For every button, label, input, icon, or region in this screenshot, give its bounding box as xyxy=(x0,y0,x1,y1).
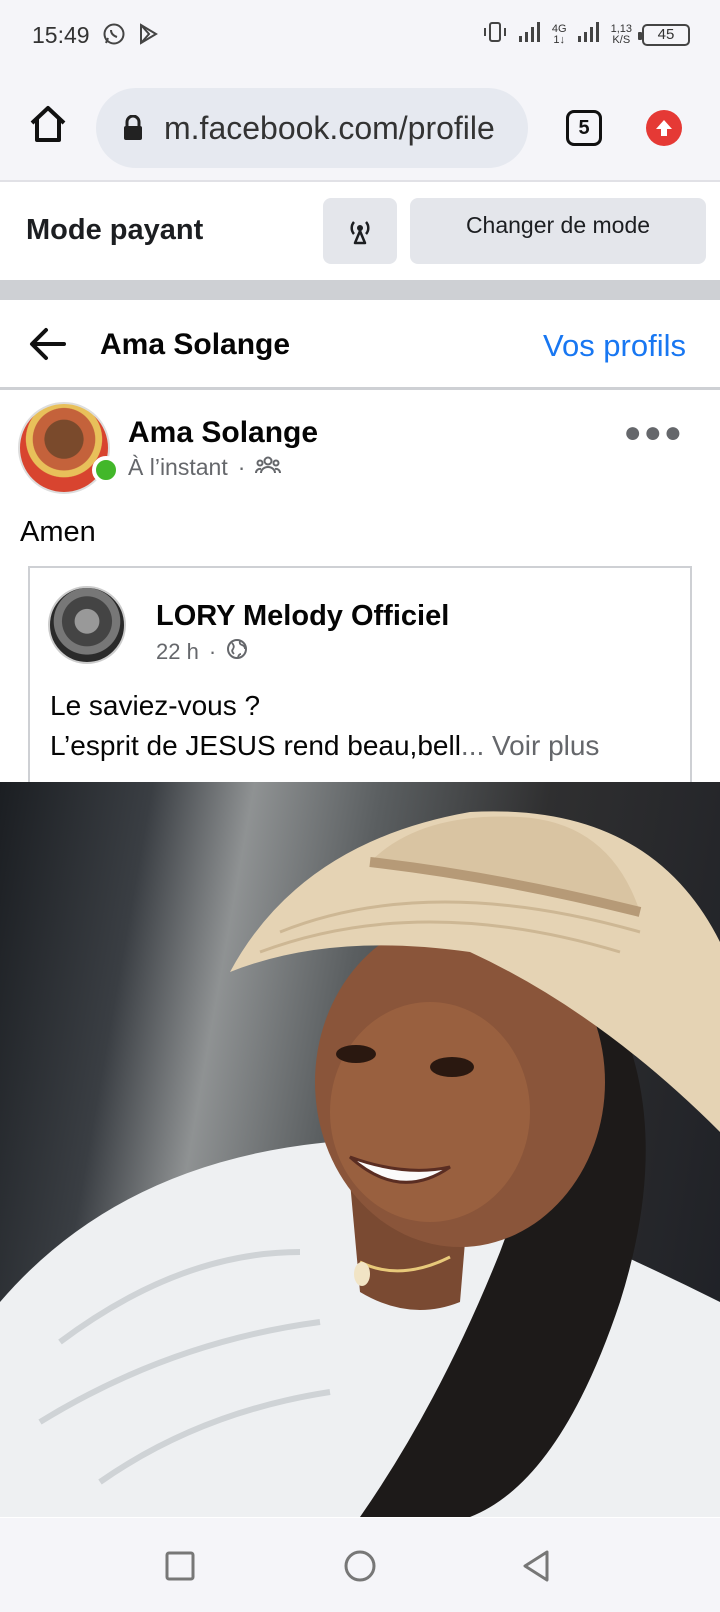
arrow-up-icon xyxy=(656,120,672,136)
status-time: 15:49 xyxy=(32,22,90,48)
see-more-link[interactable]: ... Voir plus xyxy=(461,730,600,761)
triangle-back-icon xyxy=(523,1550,549,1582)
play-store-icon xyxy=(136,22,160,51)
update-button[interactable] xyxy=(646,110,682,146)
battery-indicator: 45 xyxy=(638,23,690,46)
recent-apps-button[interactable] xyxy=(158,1544,202,1588)
shared-text-line1: Le saviez-vous ? xyxy=(50,690,261,721)
url-text: m.facebook.com/profile xyxy=(164,109,495,146)
signal-icon-2 xyxy=(577,21,601,48)
post-time[interactable]: À l’instant xyxy=(128,454,228,481)
shared-text-snippet: L’esprit de JESUS rend beau,bell xyxy=(50,730,461,761)
globe-icon xyxy=(226,638,248,666)
system-nav-bar xyxy=(0,1518,720,1612)
post-text: Amen xyxy=(20,516,96,548)
post-author[interactable]: Ama Solange xyxy=(128,416,318,450)
photo-illustration xyxy=(0,811,720,1517)
lock-icon xyxy=(122,114,144,141)
browser-toolbar: m.facebook.com/profile 5 xyxy=(0,72,720,182)
home-icon xyxy=(30,106,66,142)
post-meta: À l’instant · xyxy=(128,454,282,481)
change-mode-button[interactable]: Changer de mode xyxy=(410,198,706,264)
mode-bar: Mode payant Changer de mode xyxy=(0,184,720,280)
more-options-button[interactable]: ●●● xyxy=(624,416,684,450)
network-type: 4G 1↓ xyxy=(551,22,567,46)
post: Ama Solange À l’instant · ●●● Amen LORY … xyxy=(0,392,720,1517)
shared-text-line2: L’esprit de JESUS rend beau,bell... Voir… xyxy=(50,730,599,762)
whatsapp-icon xyxy=(102,22,126,51)
status-bar: 15:49 4G 1↓ 1,13 K/S 45 xyxy=(0,0,720,72)
arrow-left-icon xyxy=(30,328,66,360)
shared-meta-separator: · xyxy=(208,639,217,664)
shared-author-avatar[interactable] xyxy=(48,586,126,664)
signal-icon xyxy=(518,21,542,48)
shared-time[interactable]: 22 h xyxy=(156,639,199,665)
online-status-dot xyxy=(92,456,120,484)
page-title: Ama Solange xyxy=(100,328,291,361)
back-button[interactable] xyxy=(28,326,68,362)
system-back-button[interactable] xyxy=(514,1544,558,1588)
broadcast-icon xyxy=(350,221,370,245)
meta-separator: · xyxy=(237,454,246,480)
shared-author[interactable]: LORY Melody Officiel xyxy=(156,600,449,633)
tabs-button[interactable]: 5 xyxy=(566,110,602,146)
data-speed: 1,13 K/S xyxy=(610,22,632,46)
address-bar[interactable]: m.facebook.com/profile xyxy=(96,88,528,168)
shared-post[interactable]: LORY Melody Officiel 22 h · Le saviez-vo… xyxy=(28,566,692,786)
home-button[interactable] xyxy=(26,102,70,146)
mode-title: Mode payant xyxy=(26,214,204,246)
shared-meta: 22 h · xyxy=(156,638,248,666)
section-divider xyxy=(0,280,720,300)
broadcast-button[interactable] xyxy=(323,198,397,264)
profile-header: Ama Solange Vos profils xyxy=(0,300,720,390)
circle-icon xyxy=(344,1550,376,1582)
your-profiles-link[interactable]: Vos profils xyxy=(543,328,686,364)
system-home-button[interactable] xyxy=(338,1544,382,1588)
post-photo[interactable] xyxy=(0,782,720,1517)
friends-audience-icon xyxy=(255,454,282,481)
square-icon xyxy=(165,1551,195,1581)
vibrate-icon xyxy=(482,20,508,49)
